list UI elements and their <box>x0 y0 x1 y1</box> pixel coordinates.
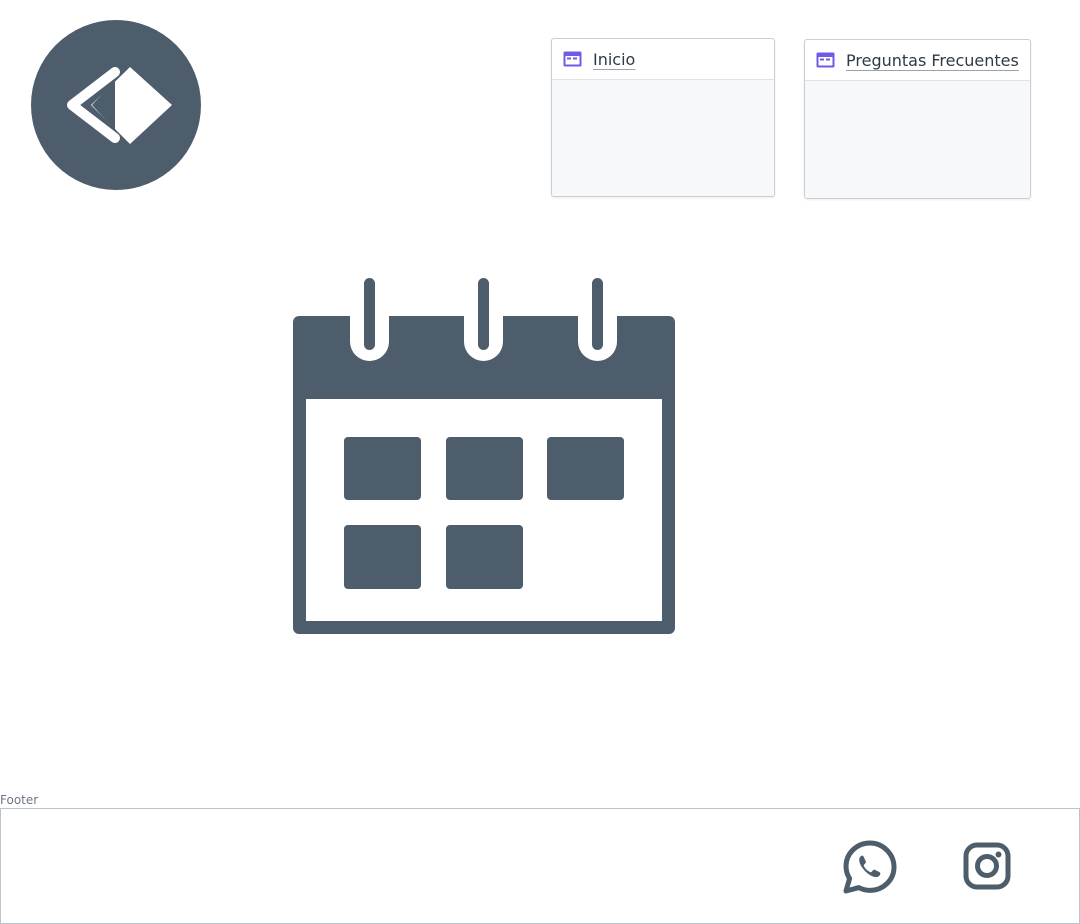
page-icon <box>563 51 582 67</box>
nav-link-inicio[interactable]: Inicio <box>593 50 635 69</box>
nav-card-header: Preguntas Frecuentes <box>805 40 1030 81</box>
calendar-icon <box>293 277 675 634</box>
page-icon <box>816 52 835 68</box>
logo[interactable] <box>31 20 201 190</box>
nav-card-header: Inicio <box>552 39 774 80</box>
nav-card-preguntas-frecuentes[interactable]: Preguntas Frecuentes <box>804 39 1031 199</box>
page: Inicio Preguntas Frecuentes Footer <box>0 0 1080 924</box>
footer <box>0 808 1080 924</box>
chevron-diamond-logo-icon <box>67 67 172 144</box>
nav-card-inicio[interactable]: Inicio <box>551 38 775 197</box>
footer-caption: Footer <box>0 793 39 807</box>
nav-link-preguntas-frecuentes[interactable]: Preguntas Frecuentes <box>846 51 1019 70</box>
whatsapp-icon[interactable] <box>843 840 897 894</box>
instagram-icon[interactable] <box>963 842 1011 890</box>
